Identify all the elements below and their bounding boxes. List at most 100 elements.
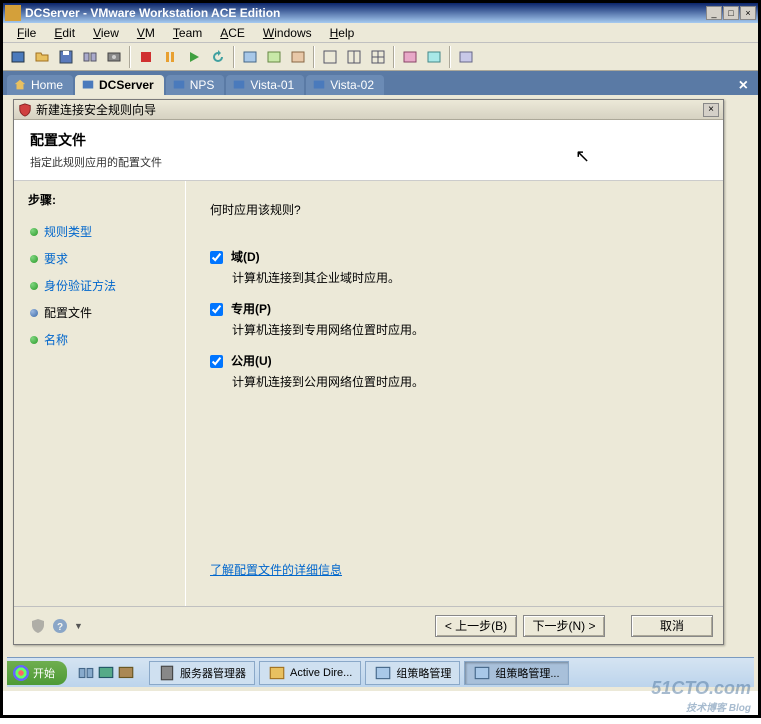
tool-pause[interactable] (159, 46, 181, 68)
bullet-icon (30, 228, 38, 236)
task-gpo-mgmt2[interactable]: 组策略管理... (464, 661, 568, 685)
tool-revert[interactable] (263, 46, 285, 68)
step-auth-method[interactable]: 身份验证方法 (28, 272, 171, 299)
toolbar-separator (393, 46, 395, 68)
toolbar-separator (129, 46, 131, 68)
dropdown-arrow-icon[interactable]: ▼ (74, 621, 83, 631)
tool-open[interactable] (31, 46, 53, 68)
tool-save[interactable] (55, 46, 77, 68)
windows-logo-icon (13, 665, 29, 681)
bullet-icon (30, 255, 38, 263)
step-name[interactable]: 名称 (28, 326, 171, 353)
tool-view1[interactable] (319, 46, 341, 68)
app-icon (5, 5, 21, 21)
tool-manage[interactable] (287, 46, 309, 68)
toolbar (3, 43, 758, 71)
task-server-manager[interactable]: 服务器管理器 (149, 661, 255, 685)
step-profile[interactable]: 配置文件 (28, 299, 171, 326)
menubar: File Edit View VM Team ACE Windows Help (3, 23, 758, 43)
minimize-button[interactable]: _ (706, 6, 722, 20)
tool-summary[interactable] (455, 46, 477, 68)
option-label: 域(D) (231, 248, 260, 265)
ad-icon (268, 664, 286, 682)
option-label: 专用(P) (231, 300, 271, 317)
help-icon[interactable]: ? (52, 618, 68, 634)
task-label: 组策略管理... (495, 665, 559, 681)
tool-capture[interactable] (103, 46, 125, 68)
tab-vista02[interactable]: Vista-02 (306, 75, 384, 95)
tabbar-close[interactable]: × (733, 77, 754, 95)
checkbox-private[interactable] (210, 302, 223, 317)
option-label: 公用(U) (231, 352, 272, 369)
dialog-header: 配置文件 指定此规则应用的配置文件 (14, 120, 723, 181)
step-label: 身份验证方法 (44, 277, 116, 294)
cancel-button[interactable]: 取消 (631, 615, 713, 637)
vm-icon (81, 78, 95, 92)
gpo-icon (374, 664, 392, 682)
menu-windows[interactable]: Windows (255, 24, 320, 42)
window-titlebar: DCServer - VMware Workstation ACE Editio… (3, 3, 758, 23)
maximize-button[interactable]: □ (723, 6, 739, 20)
tool-unity[interactable] (399, 46, 421, 68)
taskbar: 开始 服务器管理器 Active Dire... 组策略管理 组策略管理... (7, 657, 754, 687)
dialog-title: 新建连接安全规则向导 (36, 101, 156, 118)
dialog-close-button[interactable]: × (703, 103, 719, 117)
tool-view2[interactable] (343, 46, 365, 68)
learn-more-link[interactable]: 了解配置文件的详细信息 (210, 561, 699, 578)
step-requirements[interactable]: 要求 (28, 245, 171, 272)
menu-vm[interactable]: VM (129, 24, 163, 42)
shield-small-icon (30, 618, 46, 634)
menu-edit[interactable]: Edit (46, 24, 83, 42)
close-button[interactable]: × (740, 6, 756, 20)
vm-icon (172, 78, 186, 92)
tool-new-vm[interactable] (7, 46, 29, 68)
wizard-sidebar: 步骤: 规则类型 要求 身份验证方法 配置文件 名称 (14, 181, 186, 606)
wizard-dialog: 新建连接安全规则向导 × 配置文件 指定此规则应用的配置文件 步骤: 规则类型 … (13, 99, 724, 645)
ql-explorer-icon[interactable] (77, 664, 95, 682)
tool-reset[interactable] (207, 46, 229, 68)
tool-snapshot[interactable] (239, 46, 261, 68)
menu-help[interactable]: Help (322, 24, 363, 42)
shield-icon (18, 103, 32, 117)
svg-text:?: ? (57, 622, 63, 633)
vm-icon (232, 78, 246, 92)
ql-desktop-icon[interactable] (97, 664, 115, 682)
next-button[interactable]: 下一步(N) > (523, 615, 605, 637)
menu-view[interactable]: View (85, 24, 127, 42)
dialog-footer: ? ▼ < 上一步(B) 下一步(N) > 取消 (14, 606, 723, 644)
option-desc: 计算机连接到公用网络位置时应用。 (232, 373, 699, 390)
workspace: 新建连接安全规则向导 × 配置文件 指定此规则应用的配置文件 步骤: 规则类型 … (3, 95, 758, 691)
tab-dcserver[interactable]: DCServer (75, 75, 164, 95)
checkbox-domain[interactable] (210, 250, 223, 265)
scrollbar[interactable] (733, 215, 750, 655)
quick-launch (73, 664, 139, 682)
menu-team[interactable]: Team (165, 24, 210, 42)
tool-fullscreen[interactable] (423, 46, 445, 68)
checkbox-public[interactable] (210, 354, 223, 369)
back-button[interactable]: < 上一步(B) (435, 615, 517, 637)
step-label: 规则类型 (44, 223, 92, 240)
ql-app-icon[interactable] (117, 664, 135, 682)
task-active-directory[interactable]: Active Dire... (259, 661, 361, 685)
start-button[interactable]: 开始 (7, 661, 67, 685)
gpo-icon (473, 664, 491, 682)
tool-view3[interactable] (367, 46, 389, 68)
tab-home[interactable]: Home (7, 75, 73, 95)
menu-file[interactable]: File (9, 24, 44, 42)
bullet-icon (30, 309, 38, 317)
task-gpo-mgmt[interactable]: 组策略管理 (365, 661, 460, 685)
tool-stop[interactable] (135, 46, 157, 68)
dialog-titlebar: 新建连接安全规则向导 × (14, 100, 723, 120)
tab-nps[interactable]: NPS (166, 75, 225, 95)
toolbar-separator (449, 46, 451, 68)
tool-play[interactable] (183, 46, 205, 68)
steps-label: 步骤: (28, 191, 171, 208)
task-label: Active Dire... (290, 667, 352, 679)
home-icon (13, 78, 27, 92)
tool-connect[interactable] (79, 46, 101, 68)
menu-ace[interactable]: ACE (212, 24, 253, 42)
tab-vista01[interactable]: Vista-01 (226, 75, 304, 95)
header-title: 配置文件 (30, 130, 707, 150)
step-rule-type[interactable]: 规则类型 (28, 218, 171, 245)
bullet-icon (30, 282, 38, 290)
